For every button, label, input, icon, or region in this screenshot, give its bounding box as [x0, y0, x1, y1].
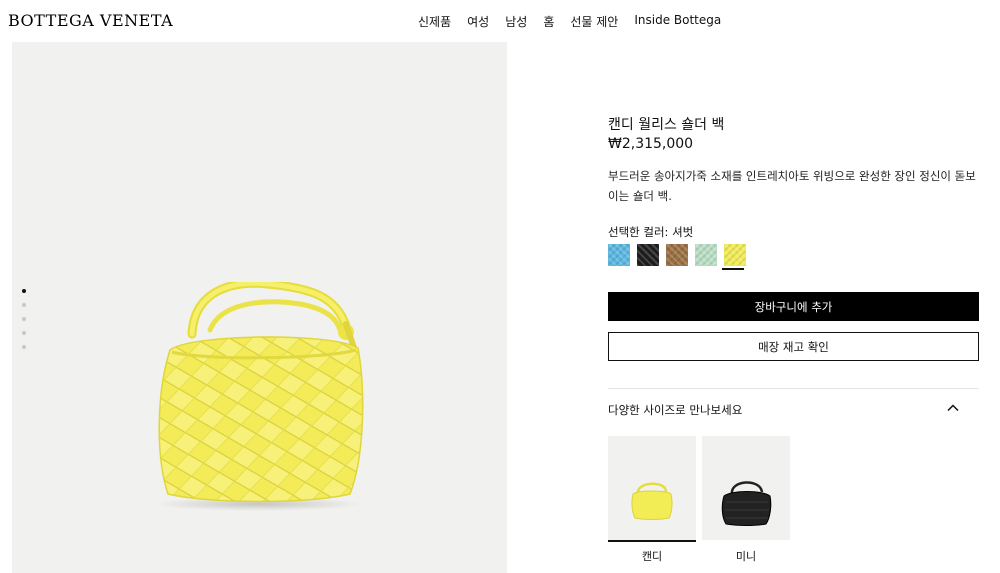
nav-item-home[interactable]: 홈: [543, 13, 554, 30]
add-to-cart-button[interactable]: 장바구니에 추가: [608, 292, 979, 321]
nav-item-new[interactable]: 신제품: [418, 13, 451, 30]
size-label: 캔디: [641, 550, 663, 563]
color-swatch-sherbet[interactable]: [724, 244, 746, 266]
color-swatch-brown[interactable]: [666, 244, 688, 266]
product-gallery[interactable]: [12, 42, 507, 573]
size-thumbnail: [608, 436, 696, 540]
nav-item-inside-bottega[interactable]: Inside Bottega: [634, 13, 721, 30]
gallery-dot[interactable]: [22, 331, 26, 335]
selected-color-label: 선택한 컬러: 셔벗: [608, 225, 694, 239]
product-title: 캔디 월리스 숄더 백: [608, 117, 725, 133]
gallery-dot[interactable]: [22, 289, 26, 293]
size-thumbnail: [702, 436, 790, 540]
gallery-dot[interactable]: [22, 303, 26, 307]
product-description: 부드러운 송아지가죽 소재를 인트레치아토 위빙으로 완성한 장인 정신이 돋보…: [608, 169, 976, 203]
nav-item-gifts[interactable]: 선물 제안: [570, 13, 618, 30]
section-divider: [608, 388, 979, 389]
chevron-up-icon[interactable]: [945, 400, 961, 416]
nav-item-men[interactable]: 남성: [505, 13, 527, 30]
product-price: ₩2,315,000: [608, 136, 694, 152]
color-swatch-blue[interactable]: [608, 244, 630, 266]
sizes-title: 다양한 사이즈로 만나보세요: [608, 403, 743, 417]
size-bag-image-mini: [721, 481, 772, 526]
color-swatches: [608, 244, 746, 266]
selected-swatch-indicator: [722, 268, 744, 270]
size-option-candy[interactable]: 캔디: [608, 436, 696, 564]
color-swatch-mint[interactable]: [695, 244, 717, 266]
size-option-mini[interactable]: 미니: [702, 436, 790, 564]
color-swatch-black[interactable]: [637, 244, 659, 266]
brand-logo[interactable]: BOTTEGA VENETA: [8, 11, 173, 30]
gallery-pagination: [22, 289, 26, 349]
gallery-dot[interactable]: [22, 345, 26, 349]
gallery-dot[interactable]: [22, 317, 26, 321]
check-store-stock-button[interactable]: 매장 재고 확인: [608, 332, 979, 361]
site-header: BOTTEGA VENETA 신제품 여성 남성 홈 선물 제안 Inside …: [0, 0, 1000, 42]
size-label: 미니: [735, 550, 757, 563]
size-selected-underline: [608, 540, 696, 542]
main-nav: 신제품 여성 남성 홈 선물 제안 Inside Bottega: [418, 13, 721, 30]
product-image: [153, 282, 364, 511]
nav-item-women[interactable]: 여성: [467, 13, 489, 30]
sizes-accordion-header[interactable]: 다양한 사이즈로 만나보세요: [608, 400, 979, 420]
size-bag-image-candy: [631, 482, 673, 520]
